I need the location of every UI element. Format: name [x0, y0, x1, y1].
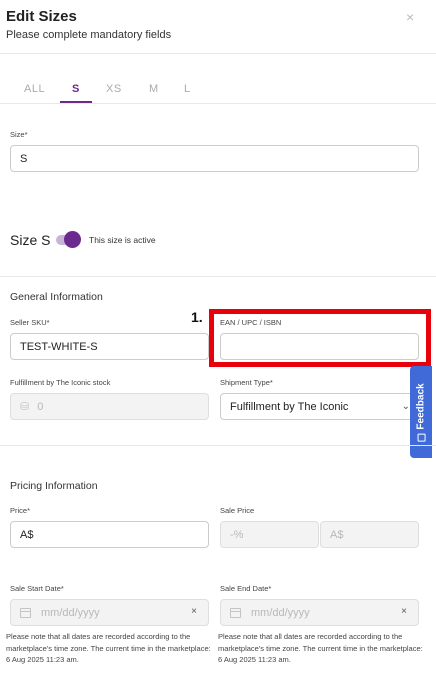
divider [0, 445, 436, 446]
sale-price-label: Sale Price [220, 506, 255, 515]
end-date-placeholder: mm/dd/yyyy [251, 606, 310, 619]
annotation-number: 1. [191, 309, 203, 325]
tab-m[interactable]: M [149, 83, 159, 95]
close-icon[interactable]: × [406, 9, 414, 25]
seller-sku-input[interactable]: TEST-WHITE-S [10, 333, 209, 360]
stack-icon: ⛁ [20, 401, 30, 413]
tab-xs[interactable]: XS [106, 83, 122, 95]
pricing-info-title: Pricing Information [10, 480, 98, 492]
price-value: A$ [20, 528, 34, 541]
calendar-icon [230, 607, 241, 618]
shipment-label: Shipment Type* [220, 378, 273, 387]
size-heading: Size S [10, 232, 51, 248]
calendar-icon [20, 607, 31, 618]
end-date-label: Sale End Date* [220, 584, 272, 593]
sale-percent-input: -% [220, 521, 319, 548]
size-input[interactable]: S [10, 145, 419, 172]
chevron-down-icon: ⌄ [401, 401, 410, 412]
feedback-label: Feedback [415, 382, 427, 430]
sale-currency-placeholder: A$ [330, 528, 344, 541]
timezone-note: Please note that all dates are recorded … [6, 632, 211, 664]
dialog-title: Edit Sizes [6, 8, 77, 25]
stock-label: Fulfillment by The Iconic stock [10, 378, 111, 387]
tab-all[interactable]: ALL [24, 83, 45, 95]
clear-icon: × [191, 606, 197, 617]
feedback-icon [417, 433, 426, 442]
timezone-note: Please note that all dates are recorded … [218, 632, 423, 664]
sale-price-input: A$ [320, 521, 419, 548]
start-date-placeholder: mm/dd/yyyy [41, 606, 100, 619]
seller-sku-value: TEST-WHITE-S [20, 340, 98, 353]
toggle-label: This size is active [89, 235, 156, 245]
size-value: S [20, 152, 28, 165]
start-date-input: mm/dd/yyyy × [10, 599, 209, 626]
clear-icon: × [401, 606, 407, 617]
shipment-value: Fulfillment by The Iconic [230, 400, 349, 413]
stock-input: ⛁ 0 [10, 393, 209, 420]
divider [0, 53, 436, 54]
tab-s[interactable]: S [72, 83, 80, 95]
dialog-subtitle: Please complete mandatory fields [6, 29, 172, 41]
divider [0, 103, 436, 104]
shipment-select[interactable]: Fulfillment by The Iconic ⌄ [220, 393, 419, 420]
active-toggle-knob[interactable] [64, 231, 81, 248]
tab-l[interactable]: L [184, 83, 191, 95]
end-date-input: mm/dd/yyyy × [220, 599, 419, 626]
start-date-label: Sale Start Date* [10, 584, 64, 593]
sale-percent-placeholder: -% [230, 528, 244, 541]
stock-value: 0 [37, 400, 44, 413]
seller-sku-label: Seller SKU* [10, 318, 50, 327]
general-info-title: General Information [10, 291, 103, 303]
annotation-highlight-box [209, 309, 431, 367]
size-label: Size* [10, 130, 28, 139]
divider [0, 276, 436, 277]
price-label: Price* [10, 506, 31, 515]
price-input[interactable]: A$ [10, 521, 209, 548]
